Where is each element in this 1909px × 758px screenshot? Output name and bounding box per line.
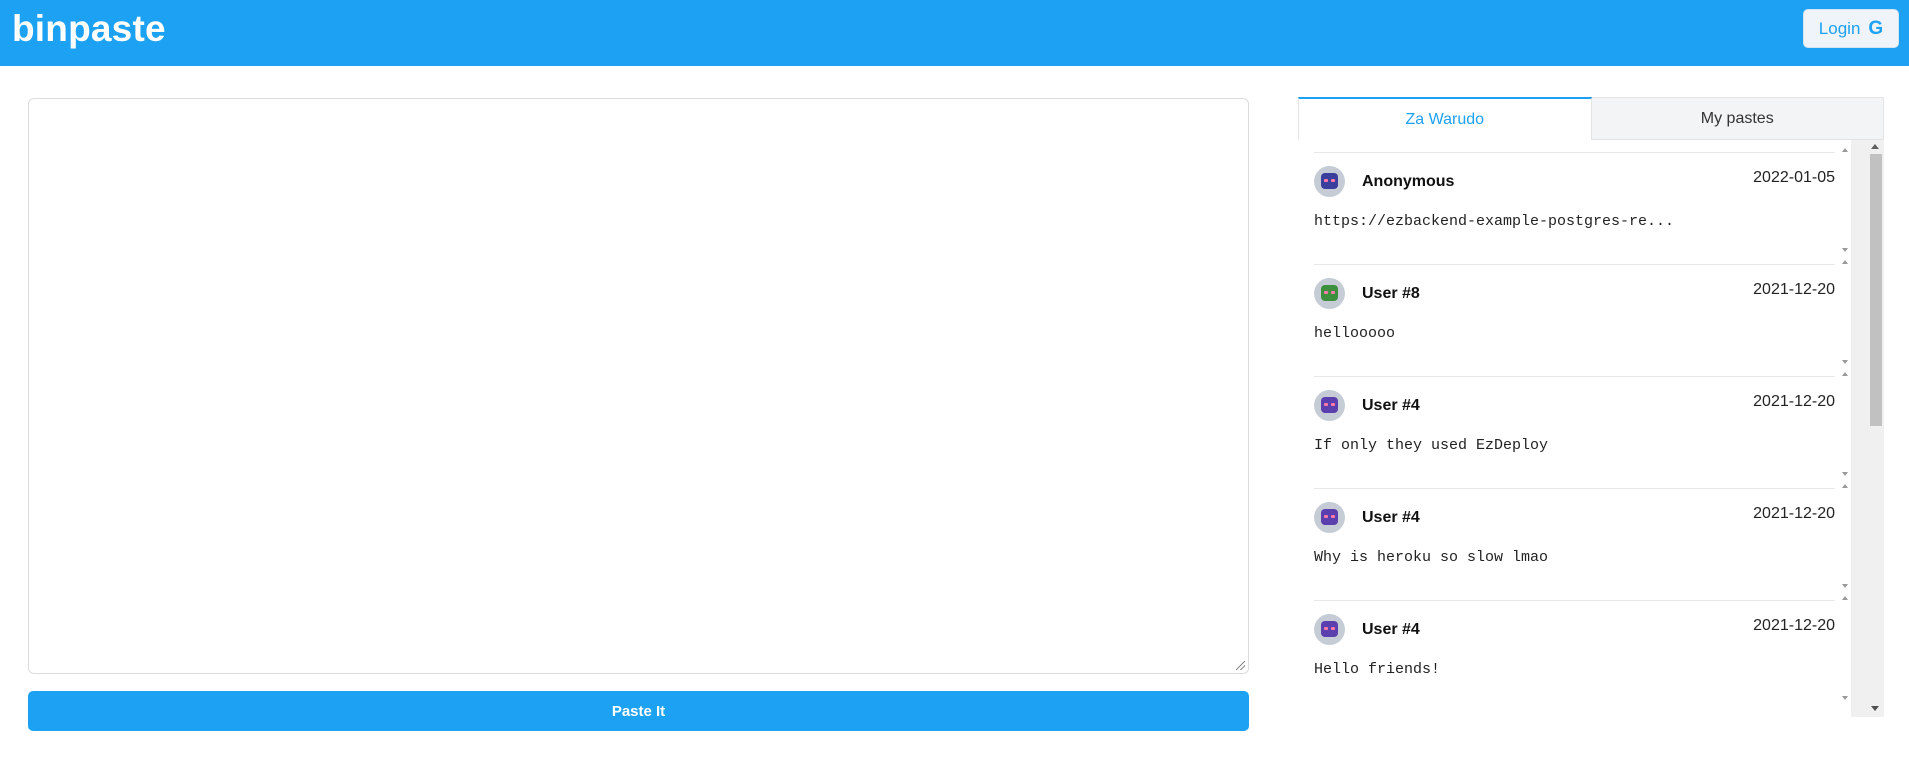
tabs: Za Warudo My pastes xyxy=(1298,97,1884,140)
item-scroll-down-icon[interactable] xyxy=(1842,472,1848,476)
paste-date: 2021-12-20 xyxy=(1753,505,1835,522)
paste-it-button[interactable]: Paste It xyxy=(28,691,1249,731)
paste-textarea[interactable] xyxy=(28,98,1249,674)
paste-date: 2021-12-20 xyxy=(1753,617,1835,634)
item-scroll-up-icon[interactable] xyxy=(1842,148,1848,152)
avatar xyxy=(1314,166,1345,197)
avatar xyxy=(1314,278,1345,309)
paste-date: 2021-12-20 xyxy=(1753,393,1835,410)
paste-snippet: Hello friends! xyxy=(1314,661,1441,678)
paste-snippet: Why is heroku so slow lmao xyxy=(1314,549,1549,566)
paste-date: 2022-01-05 xyxy=(1753,169,1835,186)
login-button[interactable]: Login G xyxy=(1803,9,1899,48)
scroll-up-arrow-icon[interactable] xyxy=(1871,144,1879,149)
paste-snippet: If only they used EzDeploy xyxy=(1314,437,1549,454)
google-icon: G xyxy=(1868,17,1884,39)
item-scroll-up-icon[interactable] xyxy=(1842,260,1848,264)
item-scroll-up-icon[interactable] xyxy=(1842,372,1848,376)
robot-avatar-icon xyxy=(1321,397,1338,413)
paste-snippet: hellooooo xyxy=(1314,325,1396,342)
paste-snippet: https://ezbackend-example-postgres-re... xyxy=(1314,213,1675,230)
scrollbar[interactable] xyxy=(1851,140,1884,717)
robot-avatar-icon xyxy=(1321,173,1338,189)
inner-scroll-track xyxy=(1851,140,1867,717)
paste-list-item[interactable]: User #4 2021-12-20 If only they used EzDep… xyxy=(1314,372,1848,488)
paste-list: Anonymous 2022-01-05 https://ezbackend-exa… xyxy=(1314,148,1848,712)
paste-list-item[interactable]: User #4 2021-12-20 Why is heroku so slow l… xyxy=(1314,484,1848,600)
item-scroll-down-icon[interactable] xyxy=(1842,248,1848,252)
paste-list-item[interactable]: User #4 2021-12-20 Hello friends! xyxy=(1314,596,1848,712)
top-bar: binpaste Login G xyxy=(0,0,1909,66)
avatar xyxy=(1314,390,1345,421)
item-scroll-down-icon[interactable] xyxy=(1842,584,1848,588)
paste-list-item[interactable]: User #8 2021-12-20 hellooooo xyxy=(1314,260,1848,376)
resize-handle-icon[interactable] xyxy=(1236,661,1245,670)
item-scroll-up-icon[interactable] xyxy=(1842,596,1848,600)
item-scroll-up-icon[interactable] xyxy=(1842,484,1848,488)
paste-list-item[interactable]: Anonymous 2022-01-05 https://ezbackend-exa… xyxy=(1314,148,1848,264)
paste-author: User #8 xyxy=(1362,285,1420,302)
pastes-panel: Za Warudo My pastes Anonymous 2022-01-05 h… xyxy=(1298,97,1884,717)
tab-za-warudo[interactable]: Za Warudo xyxy=(1298,97,1592,140)
paste-list-container[interactable]: Anonymous 2022-01-05 https://ezbackend-exa… xyxy=(1298,140,1884,717)
paste-author: User #4 xyxy=(1362,509,1420,526)
item-scroll-down-icon[interactable] xyxy=(1842,360,1848,364)
paste-author: User #4 xyxy=(1362,397,1420,414)
avatar xyxy=(1314,502,1345,533)
logo[interactable]: binpaste xyxy=(12,8,166,50)
paste-author: User #4 xyxy=(1362,621,1420,638)
tab-my-pastes[interactable]: My pastes xyxy=(1591,97,1884,140)
robot-avatar-icon xyxy=(1321,509,1338,525)
login-label: Login xyxy=(1818,18,1861,38)
item-scroll-down-icon[interactable] xyxy=(1842,696,1848,700)
paste-date: 2021-12-20 xyxy=(1753,281,1835,298)
paste-author: Anonymous xyxy=(1362,173,1455,190)
robot-avatar-icon xyxy=(1321,621,1338,637)
robot-avatar-icon xyxy=(1321,285,1338,301)
scrollbar-thumb[interactable] xyxy=(1870,154,1882,426)
scroll-down-arrow-icon[interactable] xyxy=(1871,706,1879,711)
avatar xyxy=(1314,614,1345,645)
